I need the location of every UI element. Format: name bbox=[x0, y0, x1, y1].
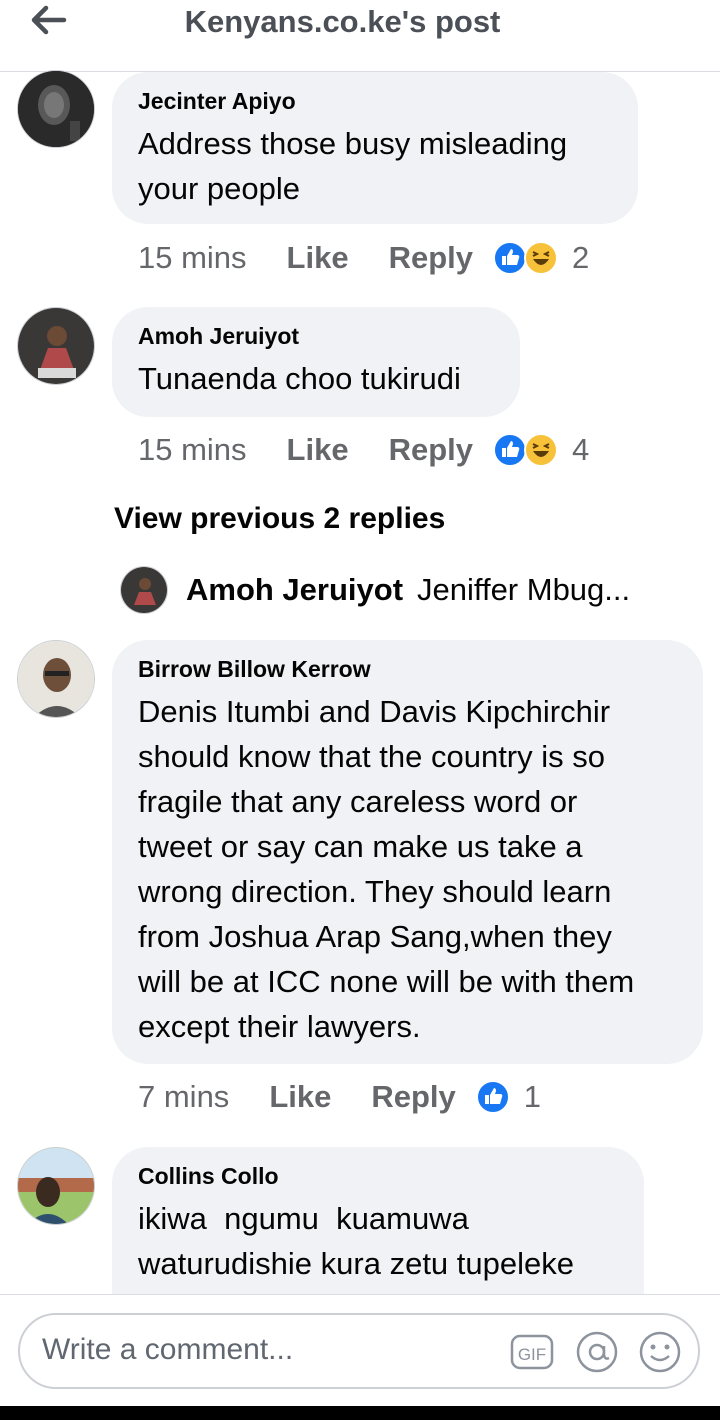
comment-author[interactable]: Birrow Billow Kerrow bbox=[138, 656, 677, 683]
comment-meta: 15 mins Like Reply 2 bbox=[138, 240, 589, 276]
comment-line: Denis Itumbi and Davis Kipchirchir bbox=[138, 694, 611, 729]
comment-bubble[interactable]: Jecinter Apiyo Address those busy mislea… bbox=[112, 72, 638, 224]
system-nav-bar bbox=[0, 1406, 720, 1420]
like-button[interactable]: Like bbox=[287, 240, 349, 276]
comment-input[interactable]: Write a comment... GIF bbox=[18, 1313, 700, 1389]
avatar-photo bbox=[121, 567, 167, 613]
comment-meta: 7 mins Like Reply 1 bbox=[138, 1079, 541, 1115]
avatar[interactable] bbox=[17, 1147, 95, 1225]
comment-line: fragile that any careless word or bbox=[138, 784, 578, 819]
reaction-summary[interactable] bbox=[493, 433, 558, 467]
comment-input-placeholder: Write a comment... bbox=[42, 1333, 294, 1366]
comment-meta: 15 mins Like Reply 4 bbox=[138, 432, 589, 468]
comment-line: Tunaenda choo tukirudi bbox=[138, 361, 461, 396]
comment-text: Address those busy misleading your peopl… bbox=[138, 121, 612, 211]
like-button[interactable]: Like bbox=[287, 432, 349, 468]
avatar-photo bbox=[18, 1148, 94, 1224]
comment-text: ikiwa ngumu kuamuwa waturudishie kura ze… bbox=[138, 1196, 618, 1286]
like-reaction-icon bbox=[493, 433, 527, 467]
comment-composer-bar: Write a comment... GIF bbox=[0, 1294, 720, 1407]
reaction-count[interactable]: 1 bbox=[524, 1079, 541, 1115]
top-bar: Kenyans.co.ke's post bbox=[0, 0, 720, 72]
comment-time[interactable]: 7 mins bbox=[138, 1079, 229, 1115]
comment-author[interactable]: Amoh Jeruiyot bbox=[138, 323, 494, 350]
reaction-summary[interactable] bbox=[493, 241, 558, 275]
comment-text: Denis Itumbi and Davis Kipchirchir shoul… bbox=[138, 689, 677, 1049]
comment-line: from Joshua Arap Sang,when they bbox=[138, 919, 612, 954]
avatar-photo bbox=[18, 71, 94, 147]
haha-reaction-icon bbox=[524, 241, 558, 275]
comment-author[interactable]: Collins Collo bbox=[138, 1163, 618, 1190]
comment-line: except their lawyers. bbox=[138, 1009, 421, 1044]
haha-reaction-icon bbox=[524, 433, 558, 467]
comment-text: Tunaenda choo tukirudi bbox=[138, 356, 494, 401]
mention-icon[interactable] bbox=[575, 1330, 619, 1374]
avatar[interactable] bbox=[17, 70, 95, 148]
like-button[interactable]: Like bbox=[269, 1079, 331, 1115]
comment-time[interactable]: 15 mins bbox=[138, 240, 247, 276]
reply-preview[interactable]: Amoh Jeruiyot Jeniffer Mbug... bbox=[120, 566, 630, 614]
comment-line: ikiwa ngumu kuamuwa bbox=[138, 1201, 469, 1236]
comment-line: should know that the country is so bbox=[138, 739, 605, 774]
reply-button[interactable]: Reply bbox=[371, 1079, 455, 1115]
comment-time[interactable]: 15 mins bbox=[138, 432, 247, 468]
reply-button[interactable]: Reply bbox=[389, 432, 473, 468]
comment-line: waturudishie kura zetu tupeleke bbox=[138, 1246, 574, 1281]
comment-line: your people bbox=[138, 171, 301, 206]
emoji-icon[interactable] bbox=[638, 1330, 682, 1374]
reaction-count[interactable]: 2 bbox=[572, 240, 589, 276]
avatar[interactable] bbox=[17, 640, 95, 718]
comment-bubble[interactable]: Amoh Jeruiyot Tunaenda choo tukirudi bbox=[112, 307, 520, 417]
reply-text: Jeniffer Mbug... bbox=[417, 572, 631, 607]
avatar-photo bbox=[18, 308, 94, 384]
comment-line: tweet or say can make us take a bbox=[138, 829, 583, 864]
reply-author[interactable]: Amoh Jeruiyot bbox=[186, 572, 403, 608]
comment-line: will be at ICC none will be with them bbox=[138, 964, 635, 999]
avatar[interactable] bbox=[17, 307, 95, 385]
comment-bubble[interactable]: Birrow Billow Kerrow Denis Itumbi and Da… bbox=[112, 640, 703, 1064]
comment-line: Address those busy misleading bbox=[138, 126, 568, 161]
avatar-photo bbox=[18, 641, 94, 717]
like-reaction-icon bbox=[475, 1080, 510, 1114]
avatar[interactable] bbox=[120, 566, 168, 614]
page-title: Kenyans.co.ke's post bbox=[184, 4, 501, 39]
gif-label: GIF bbox=[518, 1345, 546, 1364]
comment-line: wrong direction. They should learn bbox=[138, 874, 612, 909]
comment-author[interactable]: Jecinter Apiyo bbox=[138, 88, 612, 115]
gif-icon[interactable]: GIF bbox=[510, 1330, 554, 1374]
reaction-count[interactable]: 4 bbox=[572, 432, 589, 468]
reply-button[interactable]: Reply bbox=[389, 240, 473, 276]
like-reaction-icon bbox=[493, 241, 527, 275]
reaction-summary[interactable] bbox=[475, 1080, 510, 1114]
view-previous-replies[interactable]: View previous 2 replies bbox=[114, 502, 445, 536]
